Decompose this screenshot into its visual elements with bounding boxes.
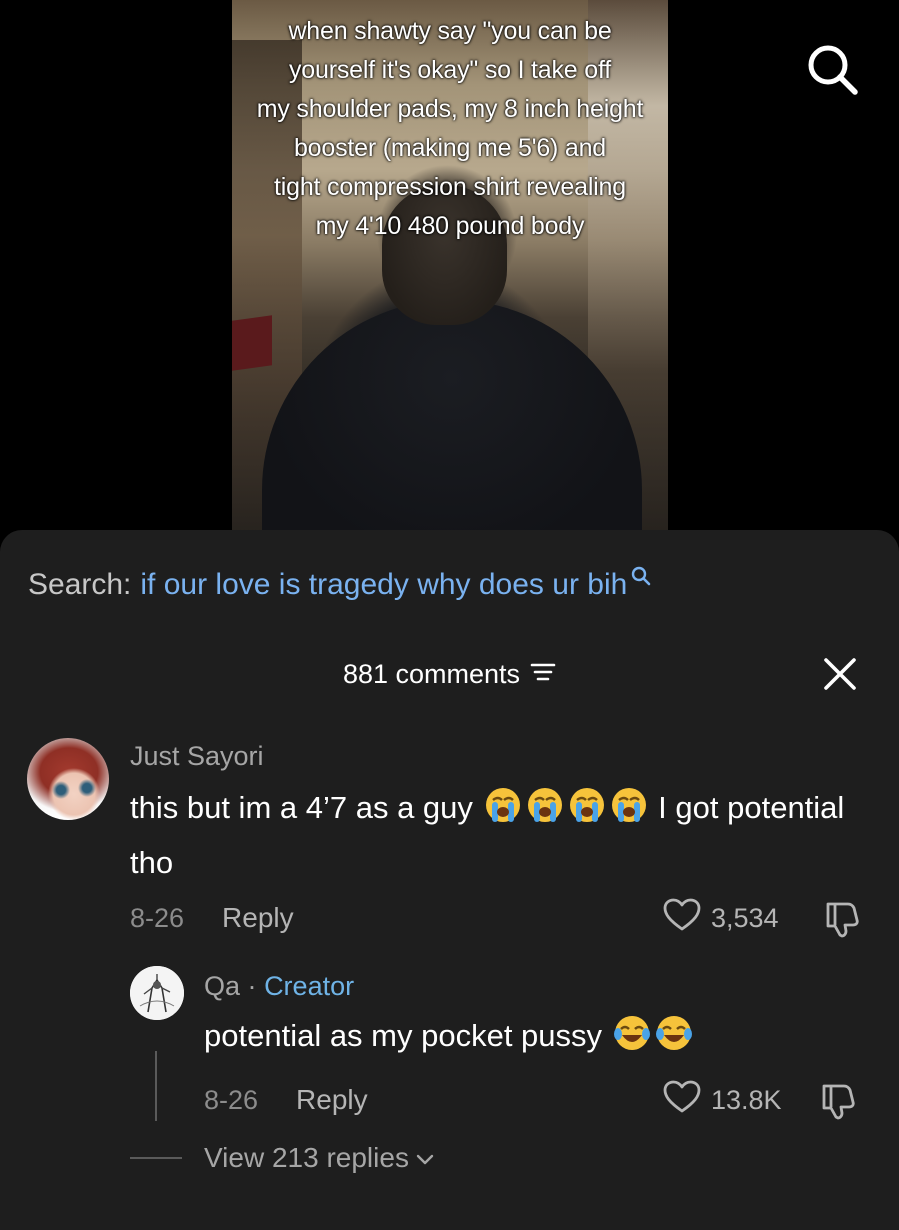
view-replies-label: View 213 replies bbox=[204, 1142, 409, 1173]
reply-text: potential as my pocket pussy bbox=[204, 1013, 695, 1065]
search-suggestion-query[interactable]: if our love is tragedy why does ur bih bbox=[140, 565, 627, 605]
reply-button[interactable]: Reply bbox=[222, 900, 294, 936]
search-suggestion-prefix: Search: bbox=[28, 568, 132, 601]
reply-separator: · bbox=[247, 971, 257, 1001]
like-count: 3,534 bbox=[711, 902, 779, 933]
view-replies-line bbox=[130, 1157, 182, 1159]
loudly-crying-face-icon bbox=[568, 786, 606, 838]
reply-dislike-icon[interactable] bbox=[818, 1080, 860, 1122]
sort-icon[interactable] bbox=[530, 652, 556, 696]
caption-line: booster (making me 5'6) and bbox=[293, 134, 607, 162]
caption-line: when shawty say "you can be bbox=[288, 17, 612, 45]
comment-text: this but im a 4’7 as a guy I got potenti… bbox=[130, 783, 870, 887]
chevron-down-icon bbox=[415, 1140, 435, 1176]
reply-like-button[interactable]: 13.8K bbox=[663, 1080, 782, 1120]
caption-line: yourself it's okay" so I take off bbox=[288, 56, 611, 84]
view-replies-button[interactable]: View 213 replies bbox=[204, 1140, 435, 1176]
dislike-icon[interactable] bbox=[822, 898, 864, 940]
video-player[interactable]: when shawty say "you can be yourself it'… bbox=[0, 0, 899, 530]
heart-icon bbox=[663, 1080, 701, 1121]
reply-text-part: potential as my pocket pussy bbox=[204, 1018, 603, 1053]
thread-line bbox=[155, 1051, 157, 1121]
comment-meta: 8-26 Reply bbox=[130, 900, 294, 936]
video-caption: when shawty say "you can be yourself it'… bbox=[200, 12, 700, 246]
caption-line: my shoulder pads, my 8 inch height bbox=[256, 95, 644, 123]
heart-icon bbox=[663, 898, 701, 939]
comment-date: 8-26 bbox=[130, 903, 185, 933]
comments-header: 881 comments bbox=[0, 652, 899, 696]
loudly-crying-face-icon bbox=[484, 786, 522, 838]
loudly-crying-face-icon bbox=[526, 786, 564, 838]
caption-line: tight compression shirt revealing bbox=[274, 173, 626, 201]
avatar[interactable] bbox=[27, 738, 109, 820]
loudly-crying-face-icon bbox=[610, 786, 648, 838]
reply-username-row: Qa · Creator bbox=[204, 968, 354, 1004]
close-icon[interactable] bbox=[820, 654, 860, 694]
search-icon[interactable] bbox=[803, 40, 861, 98]
face-with-tears-of-joy-icon bbox=[613, 1014, 651, 1065]
reply-to-reply-button[interactable]: Reply bbox=[296, 1082, 368, 1118]
face-with-tears-of-joy-icon bbox=[655, 1014, 693, 1065]
search-mini-icon bbox=[631, 557, 651, 597]
search-suggestion[interactable]: Search: if our love is tragedy why does … bbox=[28, 565, 651, 605]
comment-count: 881 comments bbox=[342, 659, 521, 689]
video-person-shoulders bbox=[262, 300, 642, 530]
creator-badge: Creator bbox=[264, 971, 355, 1001]
like-button[interactable]: 3,534 bbox=[663, 898, 779, 938]
reply-like-count: 13.8K bbox=[711, 1084, 782, 1115]
comment-text-part: this but im a 4’7 as a guy bbox=[130, 790, 473, 825]
reply-username[interactable]: Qa bbox=[204, 971, 240, 1001]
comment-username[interactable]: Just Sayori bbox=[130, 738, 264, 774]
reply-avatar[interactable] bbox=[130, 966, 184, 1020]
reply-date: 8-26 bbox=[204, 1085, 259, 1115]
reply-meta: 8-26 Reply bbox=[204, 1082, 368, 1118]
caption-line: my 4'10 480 pound body bbox=[315, 212, 585, 240]
video-red-object bbox=[232, 315, 272, 371]
